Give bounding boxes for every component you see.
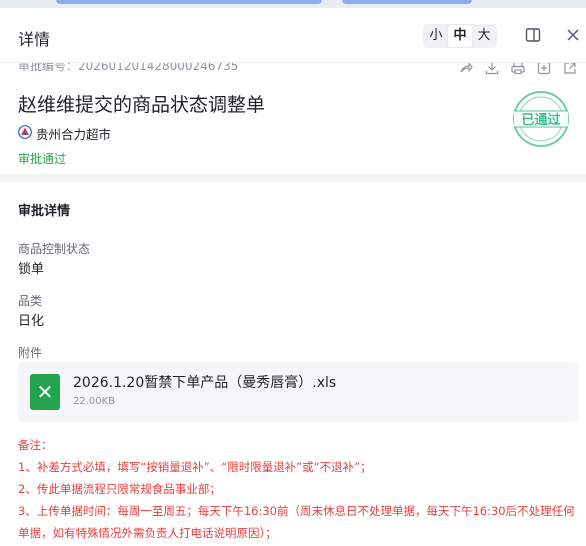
org-logo-icon (18, 125, 32, 142)
details-section: 审批详情 商品控制状态 锁单 品类 日化 附件 ✕ 2026.1.20暂禁下单产… (0, 182, 586, 546)
font-size-medium[interactable]: 中 (448, 25, 472, 47)
font-size-switch: 小 中 大 (423, 24, 497, 48)
tab-indicator (56, 0, 322, 4)
attachment-file-name[interactable]: 2026.1.20暂禁下单产品（曼秀唇膏）.xls (73, 372, 336, 392)
note-line: 3、上传单据时间：每周一至周五；每天下午16:30前（周末休息日不处理单据，每天… (18, 504, 575, 540)
font-size-small[interactable]: 小 (424, 25, 448, 47)
summary-section: 审批编号：202601201428000246735 赵维维提交的商品状态调整单… (0, 59, 586, 174)
detail-panel: 详情 小 中 大 审批编号：202601201428000246735 赵维维提… (0, 8, 586, 546)
details-title: 审批详情 (18, 204, 71, 219)
tab-indicator (342, 0, 472, 4)
field-label-category: 品类 (18, 294, 43, 308)
note-block: 备注： 1、补差方式必填，填写“按销量退补”、“限时限量退补”或“不退补”； 2… (18, 434, 584, 544)
field-label-attachment: 附件 (18, 346, 43, 360)
note-line: 1、补差方式必填，填写“按销量退补”、“限时限量退补”或“不退补”； (18, 460, 372, 474)
close-icon[interactable] (564, 26, 582, 44)
font-size-large[interactable]: 大 (472, 25, 496, 47)
attachment-file-size: 22.00KB (73, 396, 116, 407)
excel-file-icon: ✕ (30, 374, 60, 410)
org-name: 贵州合力超市 (36, 127, 112, 142)
panel-header: 详情 小 中 大 (0, 8, 586, 63)
attachment-card[interactable]: ✕ 2026.1.20暂禁下单产品（曼秀唇膏）.xls 22.00KB (18, 362, 578, 422)
stamp-text: 已通过 (521, 112, 560, 128)
note-title: 备注： (18, 438, 53, 452)
approval-title: 赵维维提交的商品状态调整单 (18, 94, 266, 116)
note-line: 2、传此单据流程只限常规食品事业部； (18, 482, 221, 496)
field-value-category: 日化 (18, 314, 45, 329)
field-value-control-status: 锁单 (18, 262, 45, 277)
window-top-strip (0, 0, 586, 8)
section-divider (0, 174, 586, 182)
approval-status: 审批通过 (18, 152, 67, 166)
approved-stamp: 已通过 (512, 90, 570, 148)
organization: 贵州合力超市 (18, 124, 111, 143)
panel-title: 详情 (18, 30, 51, 49)
field-label-control-status: 商品控制状态 (18, 242, 91, 256)
split-view-icon[interactable] (524, 26, 542, 44)
